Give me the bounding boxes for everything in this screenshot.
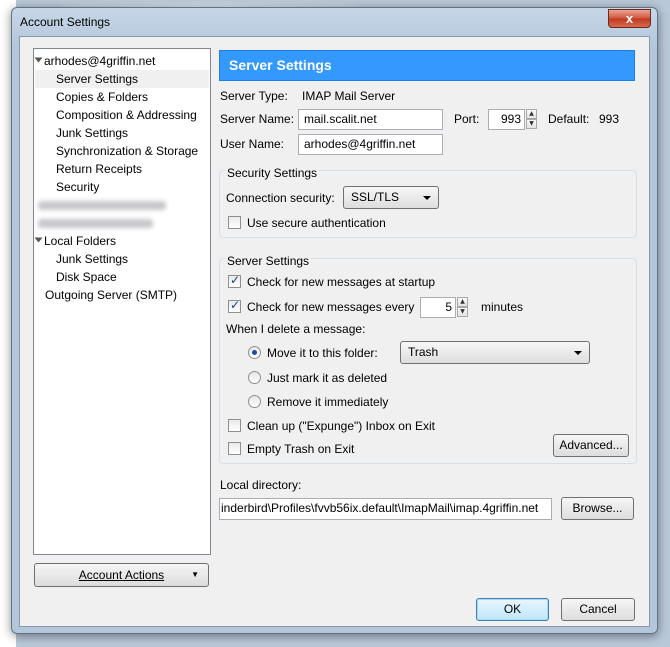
delete-message-label: When I delete a message: bbox=[226, 322, 366, 336]
local-directory-label: Local directory: bbox=[220, 478, 302, 492]
secure-auth-label[interactable]: Use secure authentication bbox=[247, 216, 386, 230]
server-name-label: Server Name: bbox=[220, 112, 295, 126]
close-icon: x bbox=[625, 11, 634, 26]
tree-item-outgoing-server[interactable]: Outgoing Server (SMTP) bbox=[45, 286, 177, 304]
tree-item-junk-settings[interactable]: Junk Settings bbox=[56, 124, 128, 142]
tree-item-copies-folders[interactable]: Copies & Folders bbox=[56, 88, 148, 106]
mark-deleted-radio[interactable] bbox=[248, 371, 261, 384]
check-interval-stepper[interactable]: ▲ ▼ bbox=[457, 297, 468, 318]
check-interval-input[interactable]: 5 bbox=[420, 297, 456, 318]
server-name-input[interactable]: mail.scalit.net bbox=[298, 109, 443, 130]
tree-item-return-receipts[interactable]: Return Receipts bbox=[56, 160, 142, 178]
ok-button[interactable]: OK bbox=[476, 598, 549, 621]
account-settings-dialog: Account Settings x arhodes@4griffin.net … bbox=[11, 7, 658, 634]
server-type-label: Server Type: bbox=[220, 89, 288, 103]
security-group-label: Security Settings bbox=[225, 166, 320, 180]
check-every-label[interactable]: Check for new messages every bbox=[247, 300, 414, 314]
expand-icon[interactable] bbox=[34, 237, 43, 243]
remove-immediately-label[interactable]: Remove it immediately bbox=[267, 395, 388, 409]
tree-item-server-settings[interactable]: Server Settings bbox=[35, 70, 209, 88]
tree-account[interactable]: arhodes@4griffin.net bbox=[34, 52, 155, 70]
chevron-down-icon bbox=[423, 196, 431, 200]
close-button[interactable]: x bbox=[608, 9, 651, 28]
trash-folder-select[interactable]: Trash bbox=[400, 341, 590, 364]
tree-item-composition[interactable]: Composition & Addressing bbox=[56, 106, 197, 124]
connection-security-label: Connection security: bbox=[226, 191, 335, 205]
expand-icon[interactable] bbox=[34, 57, 43, 63]
cleanup-inbox-label[interactable]: Clean up ("Expunge") Inbox on Exit bbox=[247, 419, 435, 433]
tree-item-synchronization[interactable]: Synchronization & Storage bbox=[56, 142, 198, 160]
chevron-down-icon bbox=[574, 351, 582, 355]
spin-up-icon[interactable]: ▲ bbox=[526, 109, 537, 119]
window-title: Account Settings bbox=[20, 15, 111, 29]
empty-trash-checkbox[interactable] bbox=[228, 442, 241, 455]
port-label: Port: bbox=[454, 112, 480, 126]
title-bar[interactable]: Account Settings x bbox=[12, 8, 657, 36]
spin-down-icon[interactable]: ▼ bbox=[526, 119, 537, 129]
user-name-label: User Name: bbox=[220, 137, 285, 151]
spin-down-icon[interactable]: ▼ bbox=[457, 307, 468, 317]
check-startup-label[interactable]: Check for new messages at startup bbox=[247, 275, 435, 289]
port-input[interactable]: 993 bbox=[488, 109, 525, 130]
spin-up-icon[interactable]: ▲ bbox=[457, 297, 468, 307]
blurred-account-2[interactable] bbox=[38, 219, 153, 228]
tree-item-security[interactable]: Security bbox=[56, 178, 99, 196]
dialog-client-area: arhodes@4griffin.net Server Settings Cop… bbox=[19, 36, 650, 627]
blurred-account-1[interactable] bbox=[38, 201, 166, 210]
default-port-label: Default: bbox=[548, 112, 590, 126]
check-every-checkbox[interactable] bbox=[228, 298, 241, 313]
cleanup-inbox-checkbox[interactable] bbox=[228, 419, 241, 432]
account-actions-button[interactable]: Account Actions ▼ bbox=[34, 563, 209, 587]
server-type-value: IMAP Mail Server bbox=[302, 89, 396, 103]
browse-button[interactable]: Browse... bbox=[561, 497, 634, 520]
move-to-folder-radio[interactable] bbox=[248, 346, 261, 359]
panel-header: Server Settings bbox=[219, 50, 635, 81]
tree-local-folders[interactable]: Local Folders bbox=[34, 232, 116, 250]
dropdown-arrow-icon: ▼ bbox=[191, 570, 199, 579]
advanced-button[interactable]: Advanced... bbox=[553, 434, 629, 457]
move-to-folder-label[interactable]: Move it to this folder: bbox=[267, 346, 378, 360]
connection-security-select[interactable]: SSL/TLS bbox=[343, 186, 439, 209]
account-tree[interactable]: arhodes@4griffin.net Server Settings Cop… bbox=[33, 48, 211, 555]
secure-auth-checkbox[interactable] bbox=[228, 216, 241, 229]
mark-deleted-label[interactable]: Just mark it as deleted bbox=[267, 371, 387, 385]
remove-immediately-radio[interactable] bbox=[248, 395, 261, 408]
user-name-input[interactable]: arhodes@4griffin.net bbox=[298, 134, 443, 155]
server-group-label: Server Settings bbox=[225, 254, 312, 268]
minutes-label: minutes bbox=[481, 300, 524, 314]
tree-item-local-junk[interactable]: Junk Settings bbox=[56, 250, 128, 268]
check-startup-checkbox[interactable] bbox=[228, 273, 241, 288]
port-stepper[interactable]: ▲ ▼ bbox=[526, 109, 537, 130]
empty-trash-label[interactable]: Empty Trash on Exit bbox=[247, 442, 354, 456]
tree-item-disk-space[interactable]: Disk Space bbox=[56, 268, 117, 286]
default-port-value: 993 bbox=[599, 112, 620, 126]
local-directory-input[interactable]: inderbird\Profiles\fvvb56ix.default\Imap… bbox=[219, 498, 552, 520]
cancel-button[interactable]: Cancel bbox=[561, 598, 635, 621]
